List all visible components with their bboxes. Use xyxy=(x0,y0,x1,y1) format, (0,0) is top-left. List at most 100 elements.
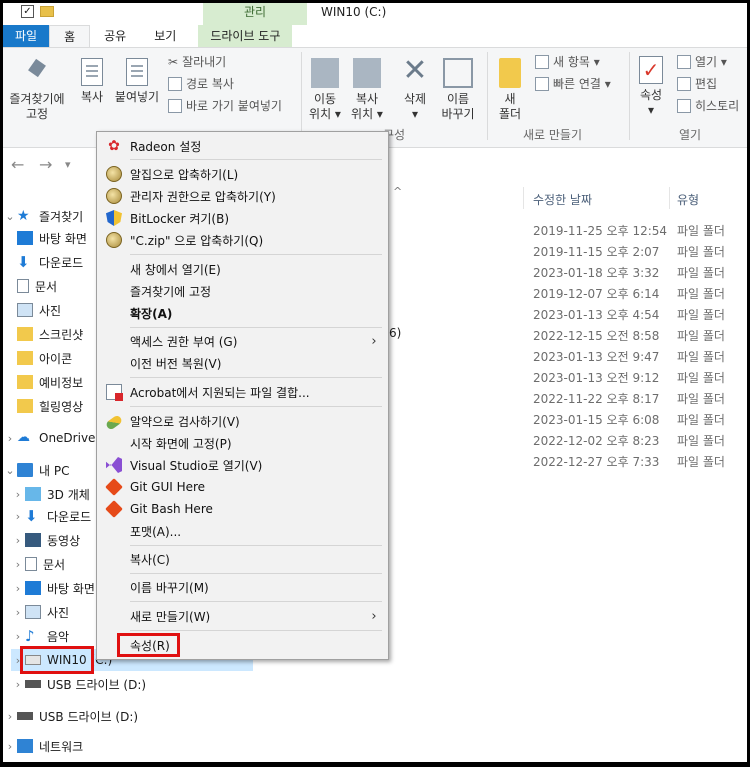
expand-chevron-icon[interactable]: › xyxy=(3,740,17,753)
nav-pc-item[interactable]: › 동영상 xyxy=(11,529,80,551)
menu-item-acrobat-combine[interactable]: Acrobat에서 지원되는 파일 결합... xyxy=(99,381,386,403)
nav-network[interactable]: › 네트워크 xyxy=(3,735,83,757)
new-item-button[interactable]: 새 항목 ▾ xyxy=(535,54,600,70)
expand-chevron-icon[interactable]: › xyxy=(11,630,25,643)
menu-item-restore-versions[interactable]: 이전 버전 복원(V) xyxy=(99,352,386,374)
row-type: 파일 폴더 xyxy=(677,308,725,322)
nav-pc-item[interactable]: › 바탕 화면 xyxy=(11,577,95,599)
nav-qa-item[interactable]: 힐링영상 xyxy=(17,395,83,417)
recent-dropdown-icon[interactable]: ▾ xyxy=(65,158,71,171)
row-date: 2019-12-07 오후 6:14 xyxy=(533,287,660,301)
expand-chevron-icon[interactable]: › xyxy=(3,710,17,723)
move-to-button[interactable]: 이동 위치 ▾ xyxy=(305,58,345,122)
expand-chevron-icon[interactable]: › xyxy=(11,510,25,523)
tab-drive-tools[interactable]: 드라이브 도구 xyxy=(198,25,293,47)
file-explorer-window: ✓ 관리 WIN10 (C:) 파일 홈 공유 보기 드라이브 도구 즐겨찾기에… xyxy=(0,0,750,767)
menu-item-bitlocker[interactable]: BitLocker 켜기(B) xyxy=(99,207,386,229)
new-folder-mini-icon[interactable] xyxy=(40,6,54,17)
menu-icon-blank xyxy=(106,551,122,567)
nav-qa-item[interactable]: 스크린샷 xyxy=(17,323,83,345)
copy-path-button[interactable]: 경로 복사 xyxy=(168,76,234,92)
expand-chevron-icon[interactable]: › xyxy=(11,678,25,691)
menu-item-format[interactable]: 포맷(A)... xyxy=(99,520,386,542)
nav-pc-item[interactable]: › 문서 xyxy=(11,553,65,575)
properties-check-icon[interactable]: ✓ xyxy=(21,5,34,18)
menu-item-pin-start[interactable]: 시작 화면에 고정(P) xyxy=(99,432,386,454)
new-folder-button[interactable]: 새 폴더 xyxy=(493,58,527,122)
row-date: 2023-01-13 오전 9:12 xyxy=(533,371,660,385)
expand-chevron-icon[interactable]: › xyxy=(11,582,25,595)
tab-home[interactable]: 홈 xyxy=(49,25,91,47)
expand-chevron-icon[interactable]: › xyxy=(3,432,17,445)
menu-item-properties[interactable]: 속성(R) xyxy=(99,634,386,656)
column-header-type[interactable]: 유형 xyxy=(677,191,699,208)
open-button[interactable]: 열기 ▾ xyxy=(677,54,727,70)
nav-qa-item[interactable]: 아이콘 xyxy=(17,347,72,369)
new-item-icon xyxy=(535,55,549,69)
menu-separator xyxy=(130,545,382,546)
nav-pc-item[interactable]: › 사진 xyxy=(11,601,69,623)
nav-usb-drive[interactable]: › USB 드라이브 (D:) xyxy=(11,673,146,695)
menu-item-give-access[interactable]: 액세스 권한 부여 (G) › xyxy=(99,330,386,352)
nav-qa-item[interactable]: ⬇ 다운로드 xyxy=(17,251,83,273)
menu-item-alzip-compress[interactable]: 알집으로 압축하기(L) xyxy=(99,163,386,185)
nav-this-pc[interactable]: ⌄ 내 PC xyxy=(3,459,69,481)
row-type: 파일 폴더 xyxy=(677,245,725,259)
copy-button[interactable]: 복사 xyxy=(75,58,109,105)
tab-share[interactable]: 공유 xyxy=(90,25,140,47)
menu-item-expand[interactable]: 확장(A) xyxy=(99,302,386,324)
nav-qa-item[interactable]: 사진 xyxy=(17,299,61,321)
menu-item-copy[interactable]: 복사(C) xyxy=(99,548,386,570)
nav-quick-access[interactable]: ⌄ ★ 즐겨찾기 xyxy=(3,205,83,227)
nav-pc-item[interactable]: › ⬇ 다운로드 xyxy=(11,505,91,527)
history-button[interactable]: 히스토리 xyxy=(677,98,739,114)
tab-view[interactable]: 보기 xyxy=(140,25,190,47)
paste-shortcut-button[interactable]: 바로 가기 붙여넣기 xyxy=(168,98,282,114)
properties-button[interactable]: ✓ 속성 ▾ xyxy=(633,56,669,118)
nav-pc-item[interactable]: › ♪ 음악 xyxy=(11,625,69,647)
expand-chevron-icon[interactable]: › xyxy=(11,488,25,501)
menu-item-radeon-settings[interactable]: ✿ Radeon 설정 xyxy=(99,135,386,157)
menu-item-pin-quick-access[interactable]: 즐겨찾기에 고정 xyxy=(99,280,386,302)
forward-arrow-icon[interactable]: → xyxy=(39,155,52,174)
column-header-modified[interactable]: 수정한 날짜 xyxy=(533,191,592,208)
expand-chevron-icon[interactable]: › xyxy=(11,606,25,619)
edit-button[interactable]: 편집 xyxy=(677,76,717,92)
delete-button[interactable]: ✕ 삭제 ▾ xyxy=(397,56,433,122)
menu-item-new[interactable]: 새로 만들기(W) › xyxy=(99,605,386,627)
menu-item-open-visual-studio[interactable]: Visual Studio로 열기(V) xyxy=(99,454,386,476)
menu-item-admin-compress[interactable]: 관리자 권한으로 압축하기(Y) xyxy=(99,185,386,207)
row-date: 2023-01-13 오후 4:54 xyxy=(533,308,660,322)
back-arrow-icon[interactable]: ← xyxy=(11,155,24,174)
expand-chevron-icon[interactable]: ⌄ xyxy=(3,464,17,477)
menu-separator xyxy=(130,159,382,160)
nav-onedrive[interactable]: › ☁ OneDrive xyxy=(3,427,96,449)
menu-item-label: 포맷(A)... xyxy=(130,524,182,539)
menu-item-alyac-scan[interactable]: 알약으로 검사하기(V) xyxy=(99,410,386,432)
menu-item-label: 새 창에서 열기(E) xyxy=(130,262,221,277)
menu-item-rename[interactable]: 이름 바꾸기(M) xyxy=(99,576,386,598)
nav-label: 사진 xyxy=(39,303,62,318)
pin-to-quick-access-button[interactable]: 즐겨찾기에 고정 xyxy=(5,58,69,122)
menu-item-git-gui[interactable]: Git GUI Here xyxy=(99,476,386,498)
expand-chevron-icon[interactable]: › xyxy=(11,558,25,571)
ribbon-separator xyxy=(487,52,488,140)
menu-item-compress-czip[interactable]: "C.zip" 으로 압축하기(Q) xyxy=(99,229,386,251)
tab-file[interactable]: 파일 xyxy=(3,25,50,47)
nav-qa-item[interactable]: 바탕 화면 xyxy=(17,227,87,249)
menu-item-git-bash[interactable]: Git Bash Here xyxy=(99,498,386,520)
nav-qa-item[interactable]: 예비정보 xyxy=(17,371,83,393)
paste-button[interactable]: 붙여넣기 xyxy=(111,58,163,105)
expand-chevron-icon[interactable]: › xyxy=(11,534,25,547)
rename-button[interactable]: 이름 바꾸기 xyxy=(437,58,479,122)
cut-button[interactable]: ✂ 잘라내기 xyxy=(168,54,226,70)
expand-chevron-icon[interactable]: ⌄ xyxy=(3,210,17,223)
expand-chevron-icon[interactable]: › xyxy=(11,654,25,667)
nav-pc-item[interactable]: › 3D 개체 xyxy=(11,483,90,505)
nav-label: 바탕 화면 xyxy=(47,581,95,596)
menu-item-open-new-window[interactable]: 새 창에서 열기(E) xyxy=(99,258,386,280)
easy-access-button[interactable]: 빠른 연결 ▾ xyxy=(535,76,611,92)
copy-to-button[interactable]: 복사 위치 ▾ xyxy=(347,58,387,122)
nav-qa-item[interactable]: 문서 xyxy=(17,275,57,297)
nav-usb-drive-root[interactable]: › USB 드라이브 (D:) xyxy=(3,705,138,727)
